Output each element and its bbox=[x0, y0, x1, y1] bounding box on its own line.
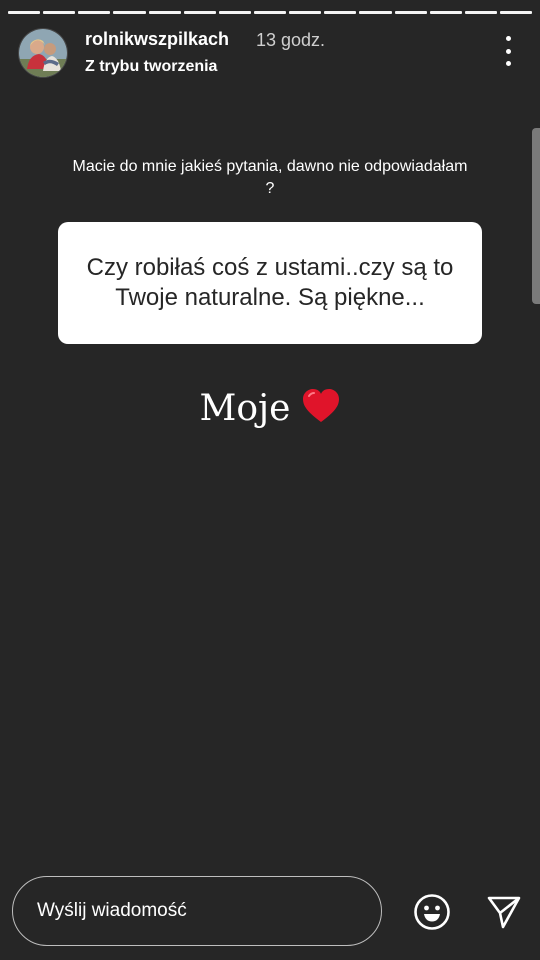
progress-segment bbox=[359, 11, 392, 14]
progress-segment bbox=[429, 11, 462, 14]
progress-segment bbox=[43, 11, 76, 14]
progress-segment bbox=[218, 11, 251, 14]
progress-segment bbox=[148, 11, 181, 14]
progress-segment bbox=[183, 11, 216, 14]
avatar[interactable] bbox=[18, 28, 68, 78]
answer-text: Moje bbox=[199, 388, 291, 429]
side-scroll-indicator bbox=[532, 128, 540, 304]
more-vertical-icon-dot bbox=[505, 48, 511, 54]
story-viewer: rolnikwszpilkach 13 godz. Z trybu tworze… bbox=[0, 0, 540, 960]
more-vertical-icon-dot bbox=[505, 61, 511, 66]
story-header: rolnikwszpilkach 13 godz. Z trybu tworze… bbox=[18, 28, 522, 78]
smiley-icon[interactable] bbox=[413, 893, 451, 931]
create-mode-label[interactable]: Z trybu tworzenia bbox=[85, 58, 217, 76]
progress-segment bbox=[113, 11, 146, 14]
question-text: Czy robiłaś coś z ustami..czy są to Twoj… bbox=[86, 254, 454, 311]
more-options-button[interactable] bbox=[494, 36, 522, 66]
progress-segment bbox=[78, 11, 111, 14]
progress-segment bbox=[499, 11, 533, 14]
question-sticker[interactable]: Czy robiłaś coś z ustami..czy są to Twoj… bbox=[58, 222, 482, 344]
progress-segment bbox=[464, 11, 497, 14]
message-placeholder: Wyślij wiadomość bbox=[37, 900, 187, 921]
progress-segment bbox=[289, 11, 322, 14]
story-progress-bar bbox=[8, 11, 533, 14]
answer-caption: Moje bbox=[0, 386, 540, 436]
progress-segment bbox=[8, 11, 41, 14]
avatar-image bbox=[19, 29, 67, 77]
message-input[interactable]: Wyślij wiadomość bbox=[12, 876, 382, 946]
progress-segment bbox=[324, 11, 357, 14]
progress-segment bbox=[394, 11, 427, 14]
red-heart-icon bbox=[301, 388, 341, 436]
more-vertical-icon bbox=[505, 36, 511, 41]
paper-plane-icon[interactable] bbox=[486, 894, 522, 930]
question-prompt: Macie do mnie jakieś pytania, dawno nie … bbox=[72, 158, 468, 197]
progress-segment bbox=[253, 11, 287, 14]
username[interactable]: rolnikwszpilkach bbox=[85, 29, 229, 50]
story-timestamp: 13 godz. bbox=[256, 30, 326, 50]
